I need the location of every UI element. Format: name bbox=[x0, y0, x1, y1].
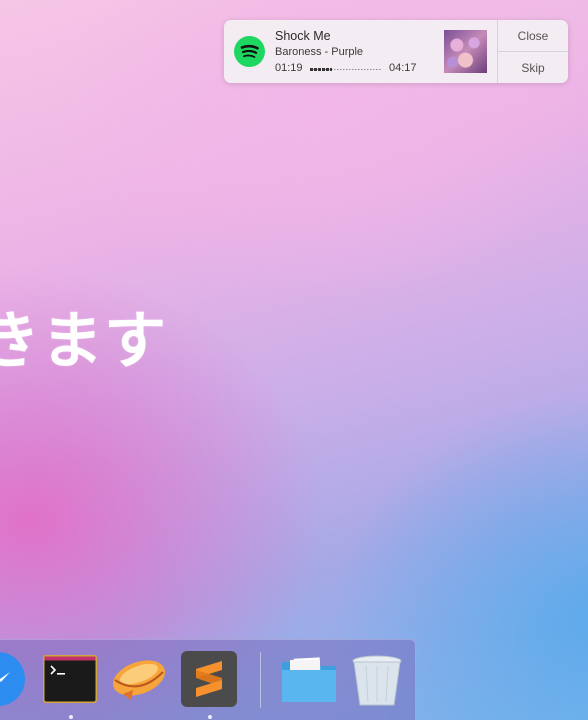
progress-fill bbox=[310, 68, 333, 71]
terminal-icon[interactable] bbox=[41, 650, 99, 708]
skip-button[interactable]: Skip bbox=[498, 51, 568, 83]
folder-icon[interactable] bbox=[280, 650, 338, 708]
spotify-icon bbox=[234, 36, 265, 67]
time-elapsed: 01:19 bbox=[275, 62, 303, 74]
time-total: 04:17 bbox=[389, 62, 417, 74]
trash-icon[interactable] bbox=[348, 650, 406, 708]
close-button[interactable]: Close bbox=[498, 20, 568, 51]
dock-separator bbox=[260, 652, 261, 708]
running-indicator bbox=[69, 715, 73, 719]
notification-body[interactable]: Shock Me Baroness - Purple 01:19 04:17 bbox=[224, 20, 497, 83]
running-indicator bbox=[208, 715, 212, 719]
playback-progress bbox=[310, 68, 382, 71]
notification-actions: Close Skip bbox=[497, 20, 568, 83]
dock bbox=[0, 639, 416, 720]
album-art-image bbox=[444, 30, 487, 73]
wallpaper-text: きます bbox=[0, 304, 168, 377]
sublime-text-icon[interactable] bbox=[180, 650, 238, 708]
messenger-icon[interactable] bbox=[0, 650, 27, 708]
now-playing-notification[interactable]: Shock Me Baroness - Purple 01:19 04:17 C… bbox=[224, 20, 568, 83]
airmail-icon[interactable] bbox=[109, 650, 167, 708]
track-title: Shock Me bbox=[275, 29, 331, 43]
track-artist-album: Baroness - Purple bbox=[275, 46, 364, 58]
